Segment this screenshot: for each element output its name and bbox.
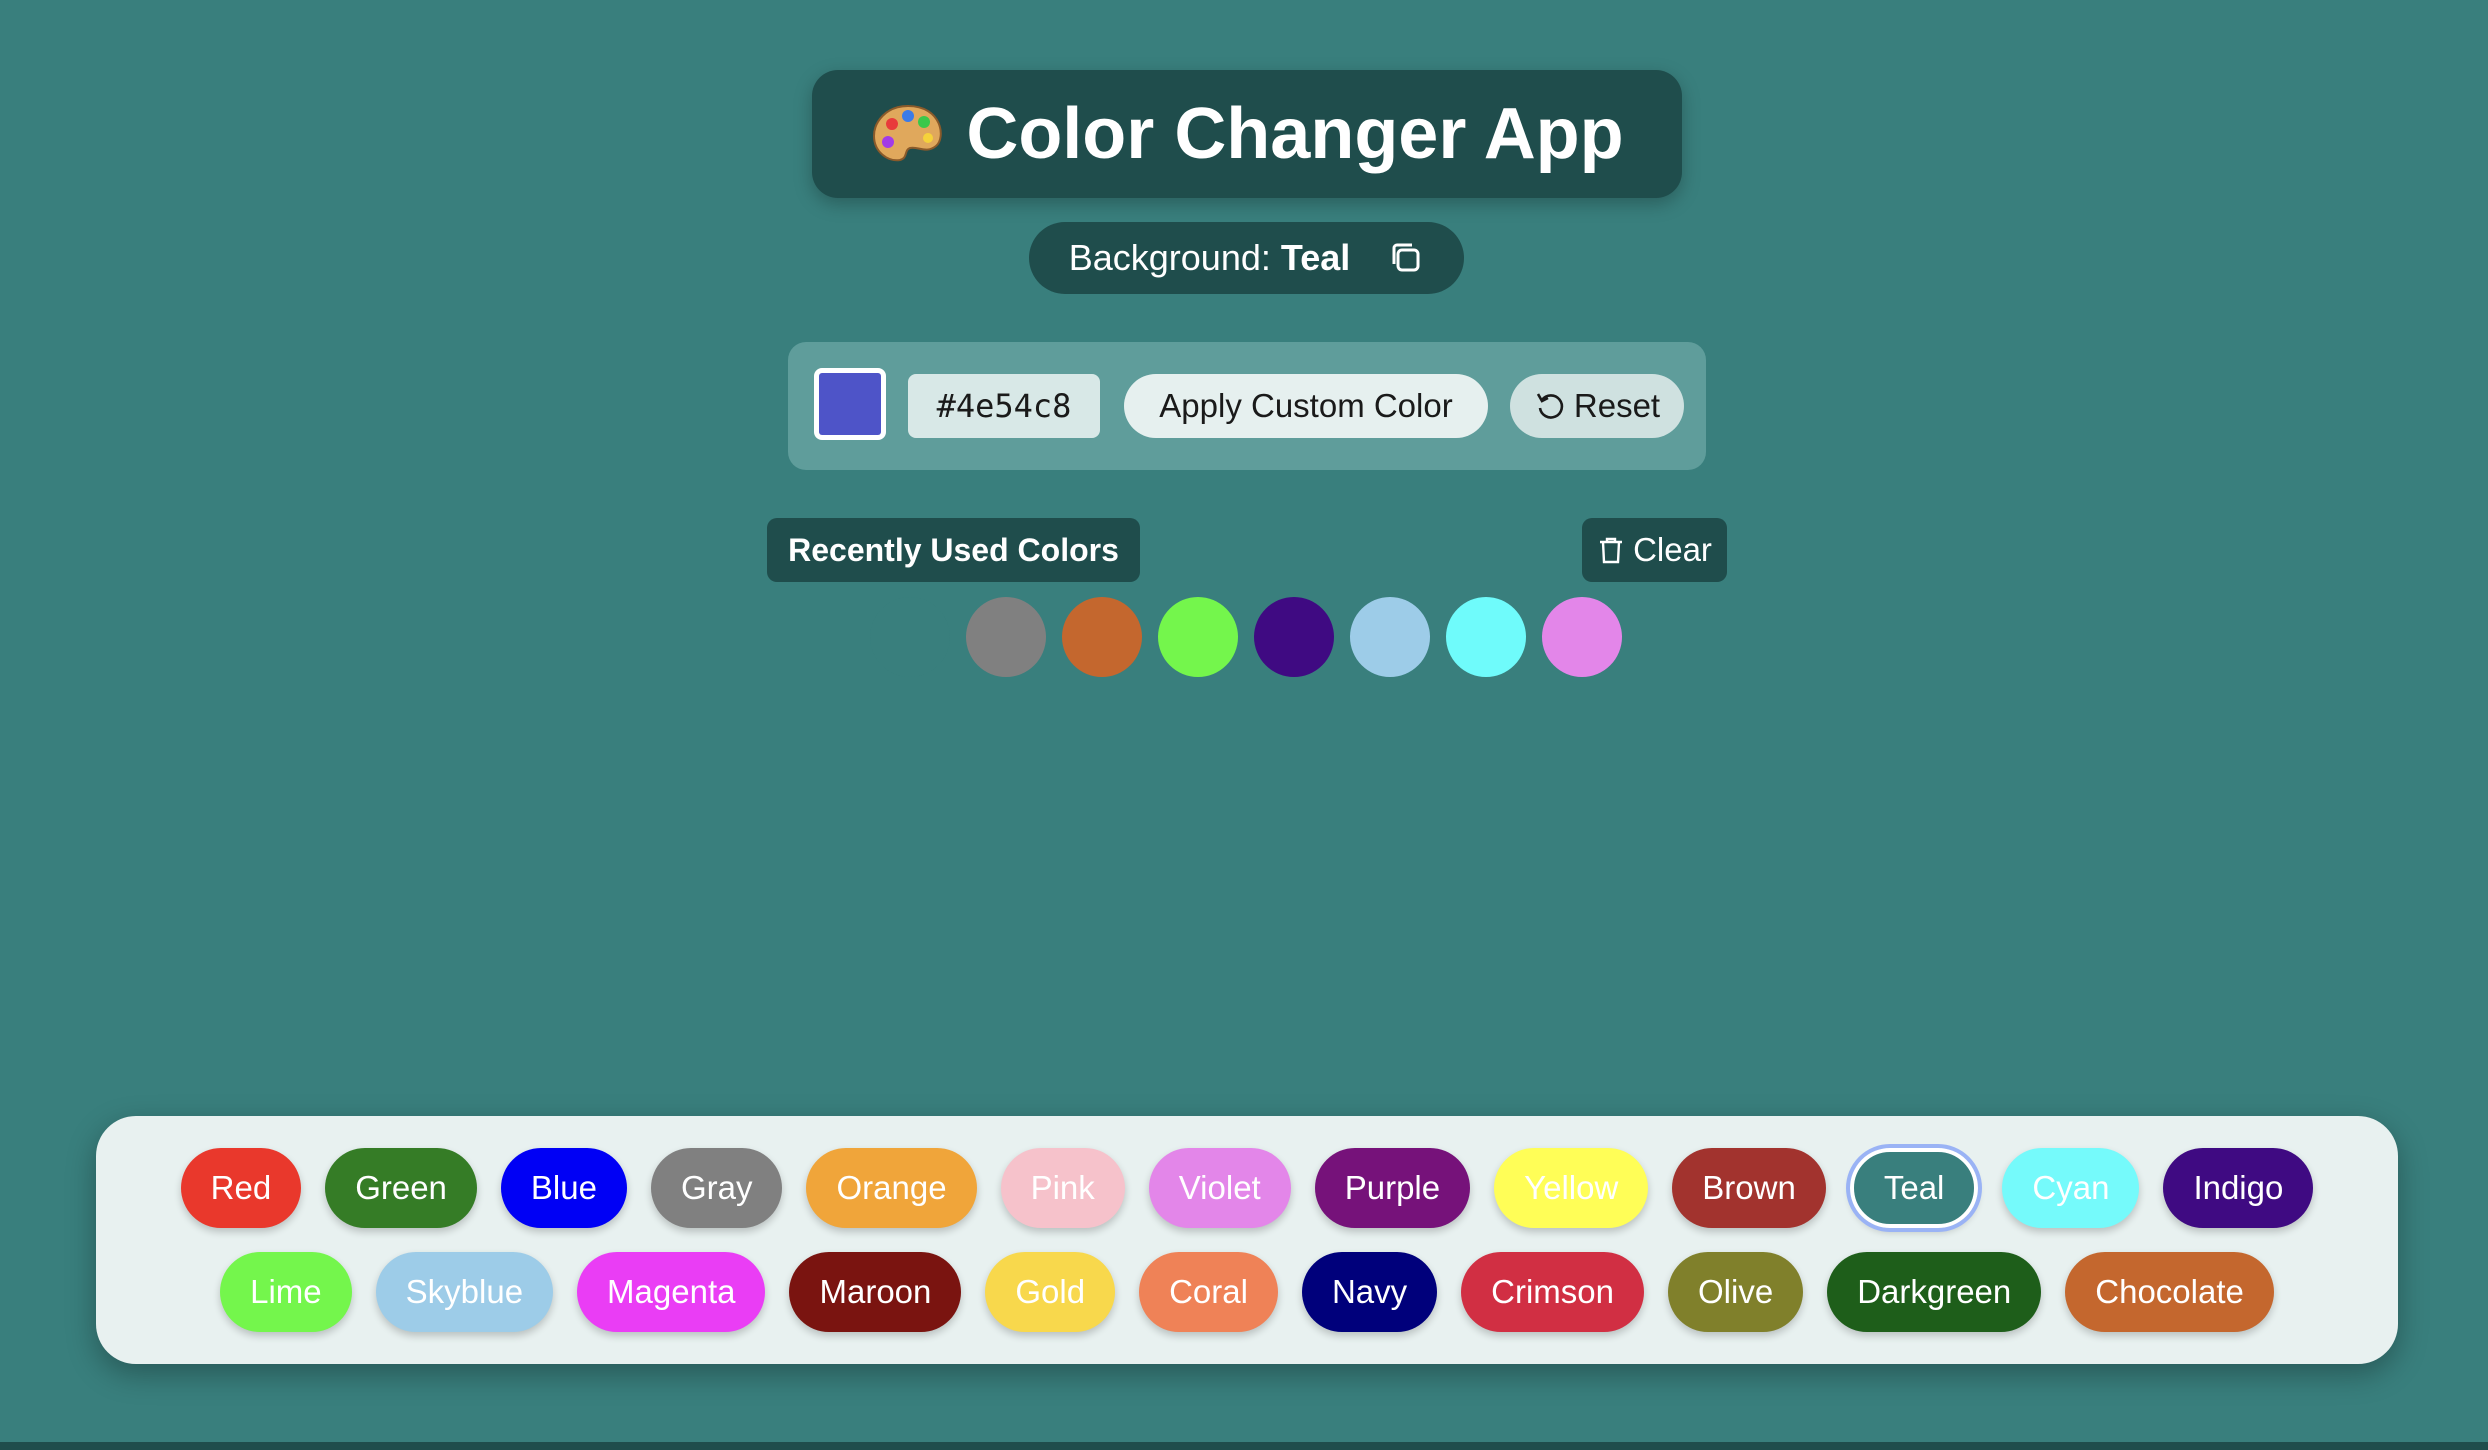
color-button-blue[interactable]: Blue (500, 1148, 627, 1228)
clear-recent-button[interactable]: Clear (1582, 518, 1727, 582)
recent-color-swatch[interactable] (1158, 597, 1238, 677)
color-button-gold[interactable]: Gold (985, 1252, 1116, 1332)
recent-color-swatch[interactable] (1062, 597, 1142, 677)
color-button-chocolate[interactable]: Chocolate (2065, 1252, 2274, 1332)
reset-icon (1536, 393, 1564, 419)
color-button-skyblue[interactable]: Skyblue (375, 1252, 554, 1332)
copy-icon[interactable] (1388, 240, 1424, 276)
color-button-orange[interactable]: Orange (806, 1148, 977, 1228)
color-button-indigo[interactable]: Indigo (2163, 1148, 2314, 1228)
color-button-green[interactable]: Green (325, 1148, 477, 1228)
color-button-lime[interactable]: Lime (220, 1252, 352, 1332)
color-button-darkgreen[interactable]: Darkgreen (1827, 1252, 2042, 1332)
recent-color-swatch[interactable] (1446, 597, 1526, 677)
recent-colors-list (870, 597, 1626, 679)
color-button-navy[interactable]: Navy (1301, 1252, 1438, 1332)
color-button-teal[interactable]: Teal (1845, 1144, 1983, 1232)
apply-custom-color-button[interactable]: Apply Custom Color (1124, 374, 1488, 438)
reset-label: Reset (1573, 387, 1661, 424)
color-button-cyan[interactable]: Cyan (2002, 1148, 2140, 1228)
color-row-1: Red Green Blue Gray Orange Pink Violet Purple Ye… (96, 1144, 2398, 1232)
color-button-maroon[interactable]: Maroon (789, 1252, 962, 1332)
color-button-olive[interactable]: Olive (1668, 1252, 1804, 1332)
color-row-2: Lime Skyblue Magenta Maroon Gold Coral Navy Cri… (96, 1252, 2398, 1332)
color-button-red[interactable]: Red (180, 1148, 302, 1228)
color-buttons-panel: Red Green Blue Gray Orange Pink Violet Purple Ye… (96, 1116, 2398, 1364)
trash-icon (1600, 537, 1623, 564)
recent-color-swatch[interactable] (1254, 597, 1334, 677)
recent-colors-label: Recently Used Colors (767, 518, 1140, 582)
recent-color-swatch[interactable] (870, 597, 950, 677)
clear-label: Clear (1633, 531, 1712, 568)
color-picker[interactable] (814, 368, 886, 440)
color-button-violet[interactable]: Violet (1148, 1148, 1291, 1228)
bottom-edge (0, 1442, 2488, 1450)
background-indicator: Background: Teal (1029, 222, 1464, 294)
palette-icon (873, 104, 943, 162)
color-button-pink[interactable]: Pink (1000, 1148, 1125, 1228)
color-picker-swatch (819, 373, 881, 435)
hex-input[interactable] (908, 374, 1100, 438)
app-title: Color Changer App (966, 94, 1624, 174)
color-button-crimson[interactable]: Crimson (1461, 1252, 1644, 1332)
color-button-yellow[interactable]: Yellow (1494, 1148, 1649, 1228)
reset-button[interactable]: Reset (1510, 374, 1684, 438)
background-value: Teal (1280, 237, 1351, 278)
recent-color-swatch[interactable] (1350, 597, 1430, 677)
color-button-gray[interactable]: Gray (650, 1148, 783, 1228)
color-button-coral[interactable]: Coral (1139, 1252, 1278, 1332)
app-title-box: Color Changer App (812, 70, 1682, 198)
color-button-brown[interactable]: Brown (1672, 1148, 1826, 1228)
custom-color-panel: Apply Custom Color Reset (788, 342, 1706, 470)
color-button-magenta[interactable]: Magenta (577, 1252, 766, 1332)
color-button-purple[interactable]: Purple (1314, 1148, 1471, 1228)
background-label: Background: (1068, 237, 1271, 278)
recent-color-swatch[interactable] (1542, 597, 1622, 677)
recent-color-swatch[interactable] (966, 597, 1046, 677)
